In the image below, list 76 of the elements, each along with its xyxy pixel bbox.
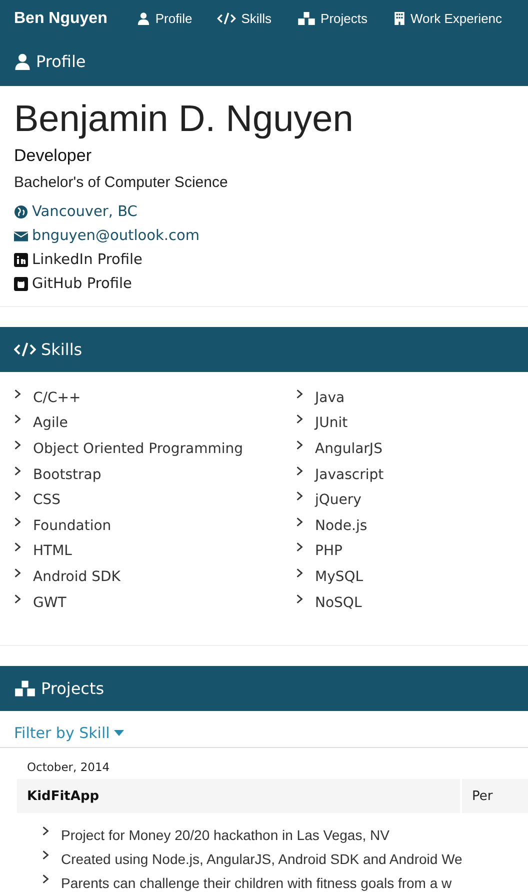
skill-name: Foundation <box>33 518 112 534</box>
chevron-icon <box>296 594 303 604</box>
contact-link[interactable]: GitHub Profile <box>32 276 132 292</box>
chevron-icon <box>296 542 303 552</box>
skill-name: GWT <box>33 594 66 611</box>
chevron-icon <box>42 850 49 860</box>
job-title: Developer <box>14 146 92 166</box>
chevron-icon <box>296 568 303 578</box>
table-cell: Per <box>462 779 528 814</box>
code-icon <box>14 341 36 358</box>
bullet-text: Project for Money 20/20 hackathon in Las Vegas, NV <box>61 827 390 844</box>
nav-link[interactable]: Skills <box>217 11 272 26</box>
skill-name: HTML <box>33 543 72 560</box>
skill-name: Javascript <box>315 466 384 483</box>
contact-link[interactable]: LinkedIn Profile <box>32 252 142 268</box>
nav-label: Skills <box>241 11 272 26</box>
building-icon <box>392 12 406 25</box>
envelope-icon <box>14 229 28 243</box>
skill-name: JUnit <box>315 415 348 432</box>
contact-link[interactable]: Vancouver, BC <box>32 204 138 220</box>
linkedin-icon <box>14 253 28 267</box>
caret-icon <box>114 730 124 736</box>
nav-link[interactable]: Work Experienc <box>392 11 502 26</box>
chevron-icon <box>14 491 21 502</box>
skill-name: AngularJS <box>315 440 382 457</box>
chevron-icon <box>42 826 49 836</box>
chevron-icon <box>296 388 303 399</box>
skill-name: C/C++ <box>33 390 81 406</box>
degree-text: Bachelor's of Computer Science <box>14 174 229 191</box>
skill-name: Java <box>315 390 345 406</box>
chevron-icon <box>14 466 21 476</box>
chevron-icon <box>296 491 303 502</box>
cubes-icon <box>14 680 36 698</box>
filter-dropdown[interactable]: Filter by Skill <box>0 723 138 744</box>
chevron-icon <box>42 874 49 884</box>
project-date: October, 2014 <box>26 759 111 776</box>
nav-label: Projects <box>320 11 368 26</box>
nav-label: Work Experienc <box>410 11 502 26</box>
chevron-icon <box>296 440 303 450</box>
nav-link[interactable]: Projects <box>296 11 368 26</box>
chevron-icon <box>14 516 21 527</box>
chevron-icon <box>296 466 303 476</box>
chevron-icon <box>14 388 21 399</box>
skill-name: jQuery <box>315 492 362 508</box>
chevron-icon <box>14 414 21 424</box>
section-title: Projects <box>41 679 104 698</box>
chevron-icon <box>14 568 21 578</box>
skill-name: PHP <box>315 543 342 560</box>
chevron-icon <box>14 542 21 552</box>
bullet-text: Parents can challenge their children with fitness goals from a w <box>61 875 452 892</box>
skill-name: NoSQL <box>315 594 362 611</box>
globe-icon <box>14 205 28 219</box>
skill-name: Bootstrap <box>33 466 102 483</box>
skill-name: Agile <box>33 415 68 432</box>
skill-name: Android SDK <box>33 568 120 585</box>
chevron-icon <box>296 414 303 424</box>
brand-link[interactable]: Ben Nguyen <box>14 10 108 28</box>
chevron-icon <box>14 594 21 604</box>
nav-link[interactable]: Profile <box>137 11 192 26</box>
skill-name: Node.js <box>315 518 368 534</box>
skill-name: Object Oriented Programming <box>33 440 243 457</box>
section-title: Skills <box>41 340 82 359</box>
person-name: Benjamin D. Nguyen <box>14 98 354 140</box>
chevron-icon <box>296 516 303 527</box>
cubes-icon <box>296 12 316 25</box>
bullet-text: Created using Node.js, AngularJS, Android SDK and Android We <box>61 851 462 868</box>
nav-label: Profile <box>155 11 192 26</box>
chevron-icon <box>14 440 21 450</box>
project-title: KidFitApp <box>17 779 460 814</box>
skill-name: CSS <box>33 492 61 508</box>
skill-name: MySQL <box>315 568 364 585</box>
code-icon <box>217 12 236 25</box>
user-icon <box>14 53 31 70</box>
user-icon <box>137 12 150 25</box>
section-title: Profile <box>36 52 86 71</box>
contact-link[interactable]: bnguyen@outlook.com <box>32 228 200 244</box>
